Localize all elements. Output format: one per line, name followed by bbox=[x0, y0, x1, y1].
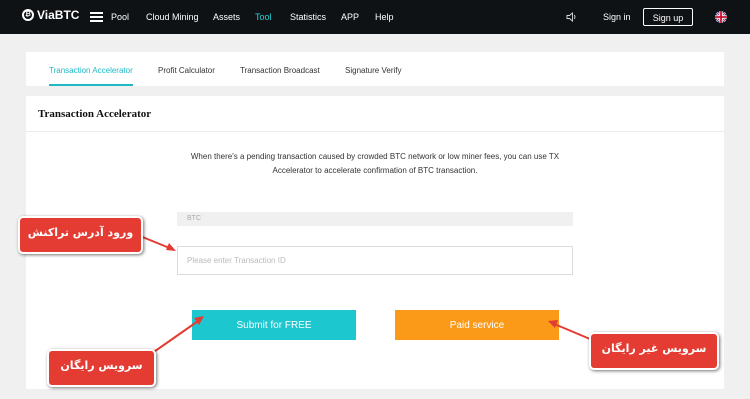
tab-transaction-accelerator[interactable]: Transaction Accelerator bbox=[49, 66, 133, 75]
menu-icon[interactable] bbox=[90, 12, 103, 22]
paid-service-button[interactable]: Paid service bbox=[395, 310, 559, 340]
uk-flag-icon[interactable] bbox=[715, 11, 727, 23]
tab-signature-verify[interactable]: Signature Verify bbox=[345, 66, 401, 75]
divider bbox=[26, 131, 724, 132]
callout-enter-address: ورود آدرس تراکنش bbox=[18, 216, 143, 254]
nav-link-help[interactable]: Help bbox=[375, 12, 394, 22]
panel-title: Transaction Accelerator bbox=[38, 108, 152, 120]
tool-tabs: Transaction Accelerator Profit Calculato… bbox=[26, 52, 724, 86]
tab-transaction-broadcast[interactable]: Transaction Broadcast bbox=[240, 66, 320, 75]
active-tab-indicator bbox=[49, 84, 133, 86]
nav-link-statistics[interactable]: Statistics bbox=[290, 12, 326, 22]
transaction-id-input[interactable] bbox=[177, 246, 573, 275]
sign-in-link[interactable]: Sign in bbox=[603, 12, 631, 22]
callout-free-service: سرویس رایگان bbox=[47, 349, 156, 387]
callout-paid-service: سرویس غیر رایگان bbox=[589, 332, 719, 370]
speaker-icon[interactable] bbox=[566, 12, 578, 22]
nav-link-tool[interactable]: Tool bbox=[255, 12, 272, 22]
viabtc-logo[interactable]: ₿ ViaBTC bbox=[22, 8, 79, 22]
top-nav: ₿ ViaBTC Pool Cloud Mining Assets Tool S… bbox=[0, 0, 750, 34]
nav-link-assets[interactable]: Assets bbox=[213, 12, 240, 22]
sign-up-button[interactable]: Sign up bbox=[643, 8, 693, 26]
description-line-1: When there's a pending transaction cause… bbox=[190, 152, 560, 161]
submit-free-button[interactable]: Submit for FREE bbox=[192, 310, 356, 340]
nav-link-cloud-mining[interactable]: Cloud Mining bbox=[146, 12, 199, 22]
nav-link-pool[interactable]: Pool bbox=[111, 12, 129, 22]
description-line-2: Accelerator to accelerate confirmation o… bbox=[272, 166, 478, 175]
description: When there's a pending transaction cause… bbox=[176, 150, 574, 178]
tab-profit-calculator[interactable]: Profit Calculator bbox=[158, 66, 215, 75]
logo-text: ViaBTC bbox=[37, 8, 80, 22]
bitcoin-icon: ₿ bbox=[22, 9, 34, 21]
coin-select[interactable]: BTC bbox=[177, 212, 573, 226]
nav-link-app[interactable]: APP bbox=[341, 12, 359, 22]
